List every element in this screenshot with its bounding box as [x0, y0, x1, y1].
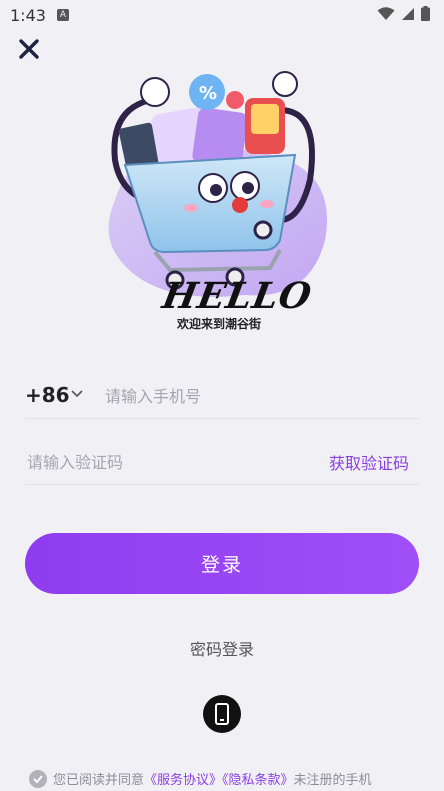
status-icons: [377, 6, 430, 21]
wifi-icon: [377, 6, 395, 20]
verification-code-input[interactable]: [25, 448, 289, 476]
agreement-prefix: 您已阅读并同意: [53, 773, 145, 788]
welcome-text: 欢迎来到潮谷街: [177, 317, 262, 331]
status-time: 1:43: [10, 6, 46, 25]
country-code-selector[interactable]: +86: [25, 383, 70, 407]
chevron-down-icon[interactable]: [71, 390, 83, 398]
check-icon: [33, 775, 43, 784]
svg-text:%: %: [199, 83, 217, 104]
phone-login-button[interactable]: [203, 695, 241, 733]
hello-logo: HELLO: [159, 275, 316, 317]
close-icon: [19, 39, 39, 59]
agreement-suffix: 未注册的手机: [293, 773, 372, 788]
hero-illustration: % HELLO 欢迎来到潮谷街: [95, 70, 355, 340]
phone-row: +86: [25, 372, 419, 419]
phone-input[interactable]: [103, 382, 407, 410]
notification-icon: A: [57, 9, 69, 21]
code-row: 获取验证码: [25, 438, 419, 485]
agree-checkbox[interactable]: [29, 770, 47, 788]
get-code-button[interactable]: 获取验证码: [329, 450, 409, 474]
login-button[interactable]: 登录: [25, 533, 419, 594]
service-agreement-link[interactable]: 《服务协议》: [144, 773, 222, 788]
password-login-link[interactable]: 密码登录: [0, 636, 444, 660]
close-button[interactable]: [16, 36, 42, 62]
phone-icon: [215, 703, 229, 725]
agreement-text: 您已阅读并同意《服务协议》《隐私条款》未注册的手机: [29, 769, 429, 789]
battery-icon: [421, 6, 430, 21]
status-bar: 1:43 A: [0, 0, 444, 30]
signal-icon: [402, 7, 414, 20]
privacy-policy-link[interactable]: 《隐私条款》: [222, 773, 294, 788]
